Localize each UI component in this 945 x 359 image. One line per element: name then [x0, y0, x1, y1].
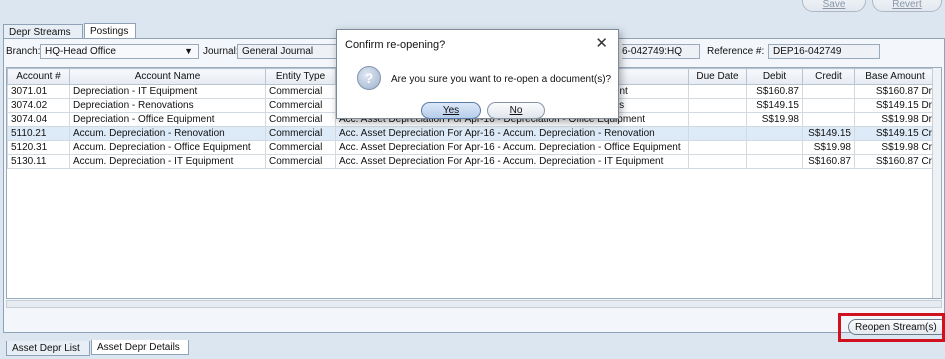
- cell-account-name: Depreciation - IT Equipment: [69, 84, 266, 99]
- cell-base-amount: S$160.87 Dr: [854, 84, 936, 99]
- dialog-title: Confirm re-opening?: [345, 39, 446, 51]
- col-due-date[interactable]: Due Date: [688, 68, 747, 85]
- cell-account-name: Accum. Depreciation - Office Equipment: [69, 140, 266, 155]
- tab-depr-streams[interactable]: Depr Streams: [3, 24, 83, 39]
- reference-label: Reference #:: [707, 46, 765, 57]
- cell-entity-type: Commercial: [265, 112, 336, 127]
- chevron-down-icon: ▼: [184, 46, 193, 56]
- cell-entity-type: Commercial: [265, 126, 336, 141]
- cell-due-date: [688, 126, 747, 141]
- cell-account-number: 3071.01: [7, 84, 70, 99]
- cell-due-date: [688, 98, 747, 113]
- table-row[interactable]: 5120.31 Accum. Depreciation - Office Equ…: [7, 140, 936, 155]
- cell-account-number: 5120.31: [7, 140, 70, 155]
- cell-credit: [802, 98, 855, 113]
- branch-select[interactable]: HQ-Head Office ▼: [40, 44, 199, 59]
- cell-debit: [746, 140, 803, 155]
- col-account-number[interactable]: Account #: [7, 68, 70, 85]
- cell-credit: S$149.15: [802, 126, 855, 141]
- revert-button[interactable]: Revert: [872, 0, 942, 12]
- journal-label: Journal:: [203, 46, 239, 57]
- cell-description: Acc. Asset Depreciation For Apr-16 - Acc…: [335, 154, 689, 169]
- cell-entity-type: Commercial: [265, 140, 336, 155]
- cell-due-date: [688, 140, 747, 155]
- tab-postings[interactable]: Postings: [84, 23, 136, 39]
- cell-base-amount: S$19.98 Dr: [854, 112, 936, 127]
- cell-description: Acc. Asset Depreciation For Apr-16 - Acc…: [335, 140, 689, 155]
- no-button[interactable]: No: [487, 102, 545, 119]
- dialog-message: Are you sure you want to re-open a docum…: [391, 74, 612, 85]
- cell-entity-type: Commercial: [265, 98, 336, 113]
- cell-debit: [746, 126, 803, 141]
- cell-entity-type: Commercial: [265, 84, 336, 99]
- cell-account-number: 3074.04: [7, 112, 70, 127]
- horizontal-scrollbar[interactable]: [6, 300, 942, 308]
- cell-credit: S$19.98: [802, 140, 855, 155]
- cell-due-date: [688, 112, 747, 127]
- cell-base-amount: S$160.87 Cr: [854, 154, 936, 169]
- cell-account-number: 5110.21: [7, 126, 70, 141]
- cell-base-amount: S$19.98 Cr: [854, 140, 936, 155]
- confirm-dialog: Confirm re-opening? ✕ ? Are you sure you…: [336, 29, 619, 119]
- cell-entity-type: Commercial: [265, 154, 336, 169]
- cell-debit: S$149.15: [746, 98, 803, 113]
- cell-account-number: 5130.11: [7, 154, 70, 169]
- cell-debit: S$160.87: [746, 84, 803, 99]
- cell-debit: S$19.98: [746, 112, 803, 127]
- col-debit[interactable]: Debit: [746, 68, 803, 85]
- highlight-box: [838, 313, 945, 342]
- col-account-name[interactable]: Account Name: [69, 68, 266, 85]
- cell-account-number: 3074.02: [7, 98, 70, 113]
- cell-account-name: Depreciation - Renovations: [69, 98, 266, 113]
- branch-value: HQ-Head Office: [45, 46, 116, 57]
- close-icon[interactable]: ✕: [595, 34, 608, 52]
- cell-due-date: [688, 154, 747, 169]
- tab-asset-depr-list[interactable]: Asset Depr List: [6, 341, 90, 356]
- journal-field[interactable]: General Journal: [237, 44, 337, 59]
- col-credit[interactable]: Credit: [802, 68, 855, 85]
- save-button[interactable]: Save: [802, 0, 866, 12]
- cell-credit: S$160.87: [802, 154, 855, 169]
- col-entity-type[interactable]: Entity Type: [265, 68, 336, 85]
- table-row[interactable]: 5130.11 Accum. Depreciation - IT Equipme…: [7, 154, 936, 169]
- cell-debit: [746, 154, 803, 169]
- vertical-scrollbar[interactable]: [932, 68, 941, 298]
- cell-credit: [802, 112, 855, 127]
- cell-account-name: Accum. Depreciation - Renovation: [69, 126, 266, 141]
- cell-account-name: Depreciation - Office Equipment: [69, 112, 266, 127]
- yes-button[interactable]: Yes: [421, 102, 481, 119]
- cell-account-name: Accum. Depreciation - IT Equipment: [69, 154, 266, 169]
- document-number-field[interactable]: 6-042749:HQ: [622, 44, 700, 59]
- col-base-amount[interactable]: Base Amount: [854, 68, 936, 85]
- question-icon: ?: [357, 66, 381, 90]
- cell-base-amount: S$149.15 Dr: [854, 98, 936, 113]
- cell-base-amount: S$149.15 Cr: [854, 126, 936, 141]
- cell-description: Acc. Asset Depreciation For Apr-16 - Acc…: [335, 126, 689, 141]
- table-row[interactable]: 5110.21 Accum. Depreciation - Renovation…: [7, 126, 936, 141]
- reference-field[interactable]: DEP16-042749: [768, 44, 880, 59]
- branch-label: Branch:: [6, 46, 41, 57]
- cell-due-date: [688, 84, 747, 99]
- cell-credit: [802, 84, 855, 99]
- tab-asset-depr-details[interactable]: Asset Depr Details: [91, 340, 189, 355]
